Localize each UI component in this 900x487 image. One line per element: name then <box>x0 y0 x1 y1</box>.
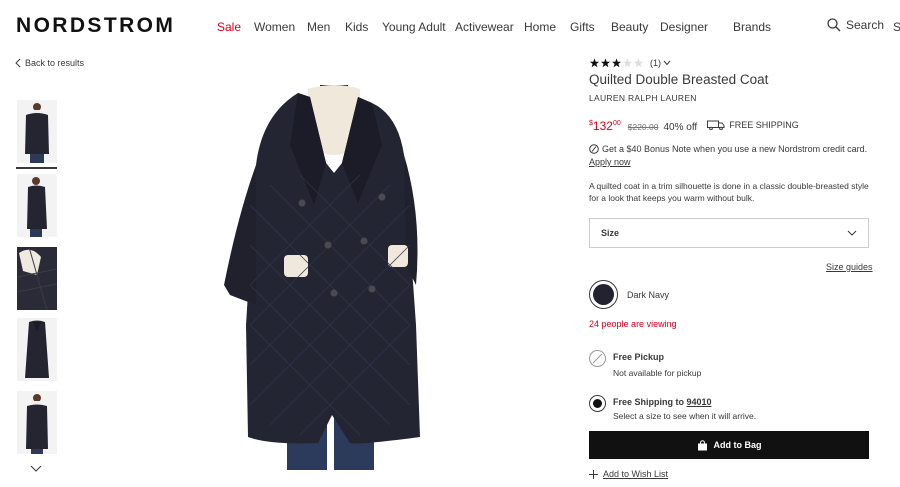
rating-stars <box>589 58 644 68</box>
chevron-down-icon <box>847 230 857 236</box>
nordstrom-card-icon <box>589 144 599 154</box>
search-icon <box>827 18 841 32</box>
search-button[interactable]: Search <box>827 18 884 32</box>
review-count: (1) <box>650 58 661 68</box>
nordstrom-logo[interactable]: NORDSTROM <box>16 14 175 38</box>
nav-women[interactable]: Women <box>254 20 307 34</box>
nav-sale[interactable]: Sale <box>217 20 254 34</box>
nav-cut-item[interactable]: S <box>893 20 900 34</box>
nav-kids[interactable]: Kids <box>345 20 382 34</box>
shipping-zip-link[interactable]: 94010 <box>687 397 712 407</box>
selected-color-name: Dark Navy <box>627 290 670 300</box>
add-to-bag-button[interactable]: Add to Bag <box>589 431 869 459</box>
truck-icon <box>707 120 725 130</box>
star-filled-icon <box>600 58 611 68</box>
active-thumbnail-indicator <box>16 167 57 169</box>
credit-offer-text: Get a $40 Bonus Note when you use a new … <box>602 144 868 154</box>
add-to-bag-label: Add to Bag <box>713 440 762 450</box>
back-label: Back to results <box>25 58 85 68</box>
product-thumbnail-4[interactable] <box>17 318 57 381</box>
free-shipping-badge: FREE SHIPPING <box>707 120 799 130</box>
size-select[interactable]: Size <box>589 218 869 248</box>
star-filled-icon <box>589 58 600 68</box>
chevron-down-icon <box>30 465 42 472</box>
free-pickup-status: Not available for pickup <box>613 368 702 378</box>
add-to-wish-list-link[interactable]: Add to Wish List <box>589 469 668 479</box>
sale-price: $13200 <box>589 119 621 133</box>
free-pickup-radio[interactable] <box>589 350 606 367</box>
product-brand[interactable]: LAUREN RALPH LAUREN <box>589 93 697 103</box>
nav-men[interactable]: Men <box>307 20 345 34</box>
nav-beauty[interactable]: Beauty <box>611 20 660 34</box>
nav-home[interactable]: Home <box>524 20 570 34</box>
chevron-down-icon <box>663 60 671 66</box>
credit-card-offer: Get a $40 Bonus Note when you use a new … <box>589 144 867 154</box>
wish-list-label: Add to Wish List <box>603 469 669 479</box>
star-empty-icon <box>622 58 633 68</box>
product-thumbnail-2[interactable] <box>17 174 57 237</box>
free-pickup-title: Free Pickup <box>613 352 665 362</box>
nav-designer[interactable]: Designer <box>660 20 733 34</box>
star-filled-icon <box>611 58 622 68</box>
product-title: Quilted Double Breasted Coat <box>589 72 769 87</box>
product-thumbnail-3[interactable] <box>17 247 57 310</box>
plus-icon <box>589 469 598 479</box>
site-header: NORDSTROM Sale Women Men Kids Young Adul… <box>0 0 900 52</box>
main-product-image[interactable] <box>210 85 430 470</box>
original-price: $220.00 <box>627 122 659 132</box>
chevron-left-icon <box>15 58 21 68</box>
thumbnails-down-button[interactable] <box>30 460 42 478</box>
product-thumbnail-5[interactable] <box>17 391 57 454</box>
shopping-bag-icon <box>697 439 707 450</box>
color-swatch-dark-navy[interactable] <box>589 280 618 309</box>
free-shipping-title: Free Shipping to 94010 <box>613 397 712 407</box>
nav-activewear[interactable]: Activewear <box>455 20 524 34</box>
size-select-label: Size <box>601 228 620 238</box>
free-shipping-radio[interactable] <box>589 395 606 412</box>
product-rating[interactable]: (1) <box>589 58 671 68</box>
search-label: Search <box>846 18 885 32</box>
free-shipping-label: FREE SHIPPING <box>729 120 799 130</box>
swatch-fill <box>593 284 614 305</box>
product-thumbnail-1[interactable] <box>17 100 57 163</box>
viewing-count: 24 people are viewing <box>589 319 677 329</box>
main-nav: Sale Women Men Kids Young Adult Activewe… <box>217 20 771 34</box>
star-empty-icon <box>633 58 644 68</box>
back-to-results-link[interactable]: Back to results <box>15 58 84 68</box>
size-guides-link[interactable]: Size guides <box>826 262 873 272</box>
nav-gifts[interactable]: Gifts <box>570 20 611 34</box>
apply-now-link[interactable]: Apply now <box>589 157 631 167</box>
price-row: $13200 $220.00 40% off FREE SHIPPING <box>589 119 799 133</box>
free-shipping-sub: Select a size to see when it will arrive… <box>613 411 757 421</box>
discount-label: 40% off <box>663 122 698 133</box>
product-description: A quilted coat in a trim silhouette is d… <box>589 181 869 203</box>
nav-young-adult[interactable]: Young Adult <box>382 20 455 34</box>
nav-brands[interactable]: Brands <box>733 20 771 34</box>
